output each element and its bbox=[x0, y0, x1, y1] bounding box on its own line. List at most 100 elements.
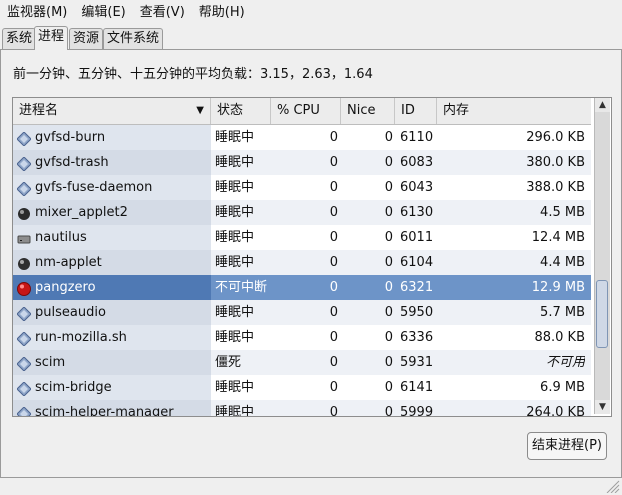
process-cpu: 0 bbox=[329, 280, 338, 295]
process-cpu: 0 bbox=[329, 380, 338, 395]
process-id: 6104 bbox=[400, 255, 434, 270]
table-row[interactable]: run-mozilla.sh 睡眠中 0 0 6336 88.0 KB bbox=[13, 325, 591, 350]
process-nice: 0 bbox=[384, 330, 393, 345]
menu-view[interactable]: 查看(V) bbox=[133, 0, 192, 26]
process-state: 睡眠中 bbox=[215, 305, 255, 320]
diamond-process-icon bbox=[16, 155, 32, 172]
process-memory: 5.7 MB bbox=[540, 305, 585, 320]
tab-filesystems[interactable]: 文件系统 bbox=[103, 28, 164, 49]
sort-descending-icon: ▼ bbox=[196, 105, 204, 116]
menu-monitor[interactable]: 监视器(M) bbox=[0, 0, 74, 26]
process-id: 6130 bbox=[400, 205, 434, 220]
process-name-text: gvfsd-trash bbox=[35, 155, 109, 170]
process-cpu: 0 bbox=[329, 255, 338, 270]
end-process-button[interactable]: 结束进程(P) bbox=[527, 432, 607, 460]
table-row[interactable]: mixer_applet2 睡眠中 0 0 6130 4.5 MB bbox=[13, 200, 591, 225]
process-memory: 388.0 KB bbox=[526, 180, 585, 195]
process-name-text: scim bbox=[35, 355, 66, 370]
table-row[interactable]: scim 僵死 0 0 5931 不可用 bbox=[13, 350, 591, 375]
table-row[interactable]: pulseaudio 睡眠中 0 0 5950 5.7 MB bbox=[13, 300, 591, 325]
table-row[interactable]: pangzero 不可中断 0 0 6321 12.9 MB bbox=[13, 275, 591, 300]
column-header-name[interactable]: 进程名 ▼ bbox=[13, 98, 211, 124]
process-memory: 380.0 KB bbox=[526, 155, 585, 170]
process-id: 6043 bbox=[400, 180, 434, 195]
column-header-state[interactable]: 状态 bbox=[211, 98, 271, 124]
menu-edit[interactable]: 编辑(E) bbox=[74, 0, 132, 26]
resize-grip-icon[interactable] bbox=[604, 479, 620, 493]
process-id: 6011 bbox=[400, 230, 434, 245]
process-cpu: 0 bbox=[329, 355, 338, 370]
process-cpu: 0 bbox=[329, 180, 338, 195]
process-name: mixer_applet2 bbox=[13, 200, 211, 225]
process-state: 睡眠中 bbox=[215, 330, 255, 345]
table-row[interactable]: nm-applet 睡眠中 0 0 6104 4.4 MB bbox=[13, 250, 591, 275]
diamond-process-icon bbox=[16, 180, 32, 197]
process-memory: 12.9 MB bbox=[531, 280, 585, 295]
process-id: 6083 bbox=[400, 155, 434, 170]
process-nice: 0 bbox=[384, 230, 393, 245]
process-nice: 0 bbox=[384, 205, 393, 220]
column-header-cpu[interactable]: % CPU bbox=[271, 98, 341, 124]
scrollbar-thumb[interactable] bbox=[596, 280, 608, 348]
process-state: 睡眠中 bbox=[215, 155, 255, 170]
network-icon bbox=[17, 255, 31, 270]
process-nice: 0 bbox=[384, 355, 393, 370]
process-name-text: gvfs-fuse-daemon bbox=[35, 180, 153, 195]
process-state: 睡眠中 bbox=[215, 130, 255, 145]
column-header-memory[interactable]: 内存 bbox=[437, 98, 591, 124]
table-row[interactable]: scim-bridge 睡眠中 0 0 6141 6.9 MB bbox=[13, 375, 591, 400]
process-name: pulseaudio bbox=[13, 300, 211, 325]
tab-processes[interactable]: 进程 bbox=[34, 26, 69, 50]
process-memory: 4.5 MB bbox=[540, 205, 585, 220]
process-nice: 0 bbox=[384, 405, 393, 417]
process-name-text: mixer_applet2 bbox=[35, 205, 128, 220]
process-name-text: scim-helper-manager bbox=[35, 405, 174, 417]
process-id: 5931 bbox=[400, 355, 434, 370]
column-header-id[interactable]: ID bbox=[395, 98, 437, 124]
process-nice: 0 bbox=[384, 380, 393, 395]
tab-resources[interactable]: 资源 bbox=[69, 28, 104, 49]
process-memory: 296.0 KB bbox=[526, 130, 585, 145]
diamond-process-icon bbox=[16, 130, 32, 147]
column-header-nice[interactable]: Nice bbox=[341, 98, 395, 124]
process-name: gvfsd-burn bbox=[13, 125, 211, 150]
table-row[interactable]: gvfs-fuse-daemon 睡眠中 0 0 6043 388.0 KB bbox=[13, 175, 591, 200]
process-table: 进程名 ▼ 状态 % CPU Nice ID 内存 gvfsd-burn 睡眠中 0… bbox=[12, 97, 612, 417]
scroll-down-arrow-icon[interactable]: ▼ bbox=[595, 400, 610, 414]
process-memory: 不可用 bbox=[545, 355, 585, 370]
process-nice: 0 bbox=[384, 305, 393, 320]
table-row[interactable]: gvfsd-trash 睡眠中 0 0 6083 380.0 KB bbox=[13, 150, 591, 175]
scroll-up-arrow-icon[interactable]: ▲ bbox=[595, 98, 610, 112]
red-ball-icon bbox=[17, 280, 31, 296]
diamond-process-icon bbox=[16, 355, 32, 372]
process-memory: 88.0 KB bbox=[534, 330, 585, 345]
process-state: 睡眠中 bbox=[215, 230, 255, 245]
process-name: gvfsd-trash bbox=[13, 150, 211, 175]
table-row[interactable]: scim-helper-manager 睡眠中 0 0 5999 264.0 KB bbox=[13, 400, 591, 417]
table-row[interactable]: gvfsd-burn 睡眠中 0 0 6110 296.0 KB bbox=[13, 125, 591, 150]
process-id: 6321 bbox=[400, 280, 434, 295]
process-state: 睡眠中 bbox=[215, 255, 255, 270]
speaker-icon bbox=[17, 205, 31, 220]
table-header: 进程名 ▼ 状态 % CPU Nice ID 内存 bbox=[13, 98, 591, 125]
process-nice: 0 bbox=[384, 280, 393, 295]
process-name-text: pangzero bbox=[35, 280, 96, 295]
table-row[interactable]: nautilus 睡眠中 0 0 6011 12.4 MB bbox=[13, 225, 591, 250]
vertical-scrollbar[interactable]: ▲ ▼ bbox=[594, 98, 610, 414]
process-cpu: 0 bbox=[329, 405, 338, 417]
diamond-process-icon bbox=[16, 305, 32, 322]
process-id: 6141 bbox=[400, 380, 434, 395]
process-nice: 0 bbox=[384, 155, 393, 170]
diamond-process-icon bbox=[16, 380, 32, 397]
process-id: 5950 bbox=[400, 305, 434, 320]
menu-help[interactable]: 帮助(H) bbox=[192, 0, 252, 26]
process-name: nm-applet bbox=[13, 250, 211, 275]
diamond-process-icon bbox=[16, 330, 32, 347]
process-name: scim-bridge bbox=[13, 375, 211, 400]
process-name: pangzero bbox=[13, 275, 211, 300]
process-name-text: scim-bridge bbox=[35, 380, 112, 395]
menubar: 监视器(M) 编辑(E) 查看(V) 帮助(H) bbox=[0, 0, 622, 26]
process-name-text: nautilus bbox=[35, 230, 87, 245]
process-nice: 0 bbox=[384, 130, 393, 145]
tab-system[interactable]: 系统 bbox=[2, 28, 37, 49]
